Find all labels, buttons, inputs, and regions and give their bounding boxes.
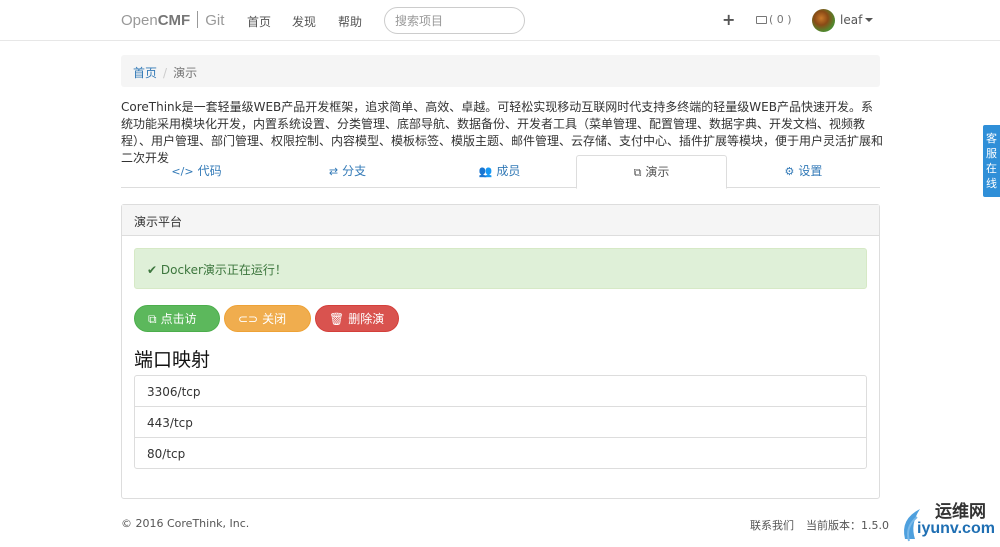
avatar[interactable] <box>812 9 835 32</box>
add-icon[interactable]: + <box>722 10 735 29</box>
messages-button[interactable]: ( 0 ) <box>756 13 792 26</box>
brand-logo[interactable]: OpenCMF Git <box>121 11 224 29</box>
watermark-url: iyunv.com <box>917 520 995 537</box>
code-icon: </> <box>171 165 194 178</box>
panel-title: 演示平台 <box>122 205 879 236</box>
nav-discover[interactable]: 发现 <box>292 13 316 30</box>
tab-members[interactable]: 👥 成员 <box>424 155 575 188</box>
search-input[interactable] <box>384 7 525 34</box>
breadcrumb-current: 演示 <box>173 66 198 80</box>
list-item: 80/tcp <box>134 437 867 469</box>
user-menu[interactable]: leaf <box>840 13 874 27</box>
port-list: 3306/tcp 443/tcp 80/tcp <box>134 375 867 469</box>
tab-demo[interactable]: ⧉ 演示 <box>576 155 727 189</box>
demo-panel: 演示平台 ✔ Docker演示正在运行！ ⧉ 点击访问 ⊂⊃ 关闭演示 🗑 删除演示 … <box>121 204 880 499</box>
visit-demo-button[interactable]: ⧉ 点击访问 <box>134 305 220 353</box>
stop-demo-button[interactable]: ⊂⊃ 关闭演示 <box>224 305 311 353</box>
footer-copyright: © 2016 CoreThink, Inc. <box>121 517 250 530</box>
delete-demo-button[interactable]: 🗑 删除演示 <box>315 305 399 353</box>
envelope-icon <box>756 16 767 24</box>
project-tabs: </> 代码 ⇄ 分支 👥 成员 ⧉ 演示 ⚙ 设置 <box>121 155 880 189</box>
tab-settings[interactable]: ⚙ 设置 <box>728 155 879 188</box>
watermark-text: 运维网 <box>935 502 986 522</box>
users-icon: 👥 <box>478 165 493 178</box>
gear-icon: ⚙ <box>784 165 795 178</box>
external-link-icon: ⧉ <box>148 312 157 326</box>
external-link-icon: ⧉ <box>633 166 642 179</box>
port-mapping-title: 端口映射 <box>134 349 211 371</box>
breadcrumb: 首页 / 演示 <box>121 55 880 87</box>
shuffle-icon: ⇄ <box>328 165 339 178</box>
list-item: 443/tcp <box>134 406 867 438</box>
status-alert: ✔ Docker演示正在运行！ <box>134 248 867 289</box>
list-item: 3306/tcp <box>134 375 867 407</box>
version-text: 当前版本：1.5.0 <box>806 519 889 532</box>
footer-links: 联系我们 当前版本：1.5.0 <box>750 517 889 533</box>
nav-home[interactable]: 首页 <box>247 13 271 30</box>
top-navbar: OpenCMFGit 首页 发现 帮助 + ( 0 ) leaf <box>0 0 1000 41</box>
breadcrumb-home[interactable]: 首页 <box>133 66 157 80</box>
tab-branch[interactable]: ⇄ 分支 <box>272 155 423 188</box>
nav-help[interactable]: 帮助 <box>338 13 362 30</box>
caret-down-icon <box>865 18 874 22</box>
tab-code[interactable]: </> 代码 <box>121 155 272 188</box>
contact-link[interactable]: 联系我们 <box>750 519 794 532</box>
check-icon: ✔ <box>147 263 161 277</box>
toggle-icon: ⊂⊃ <box>238 312 259 326</box>
customer-service-tab[interactable]: 客服在线 <box>983 125 1000 197</box>
trash-icon: 🗑 <box>329 312 345 326</box>
